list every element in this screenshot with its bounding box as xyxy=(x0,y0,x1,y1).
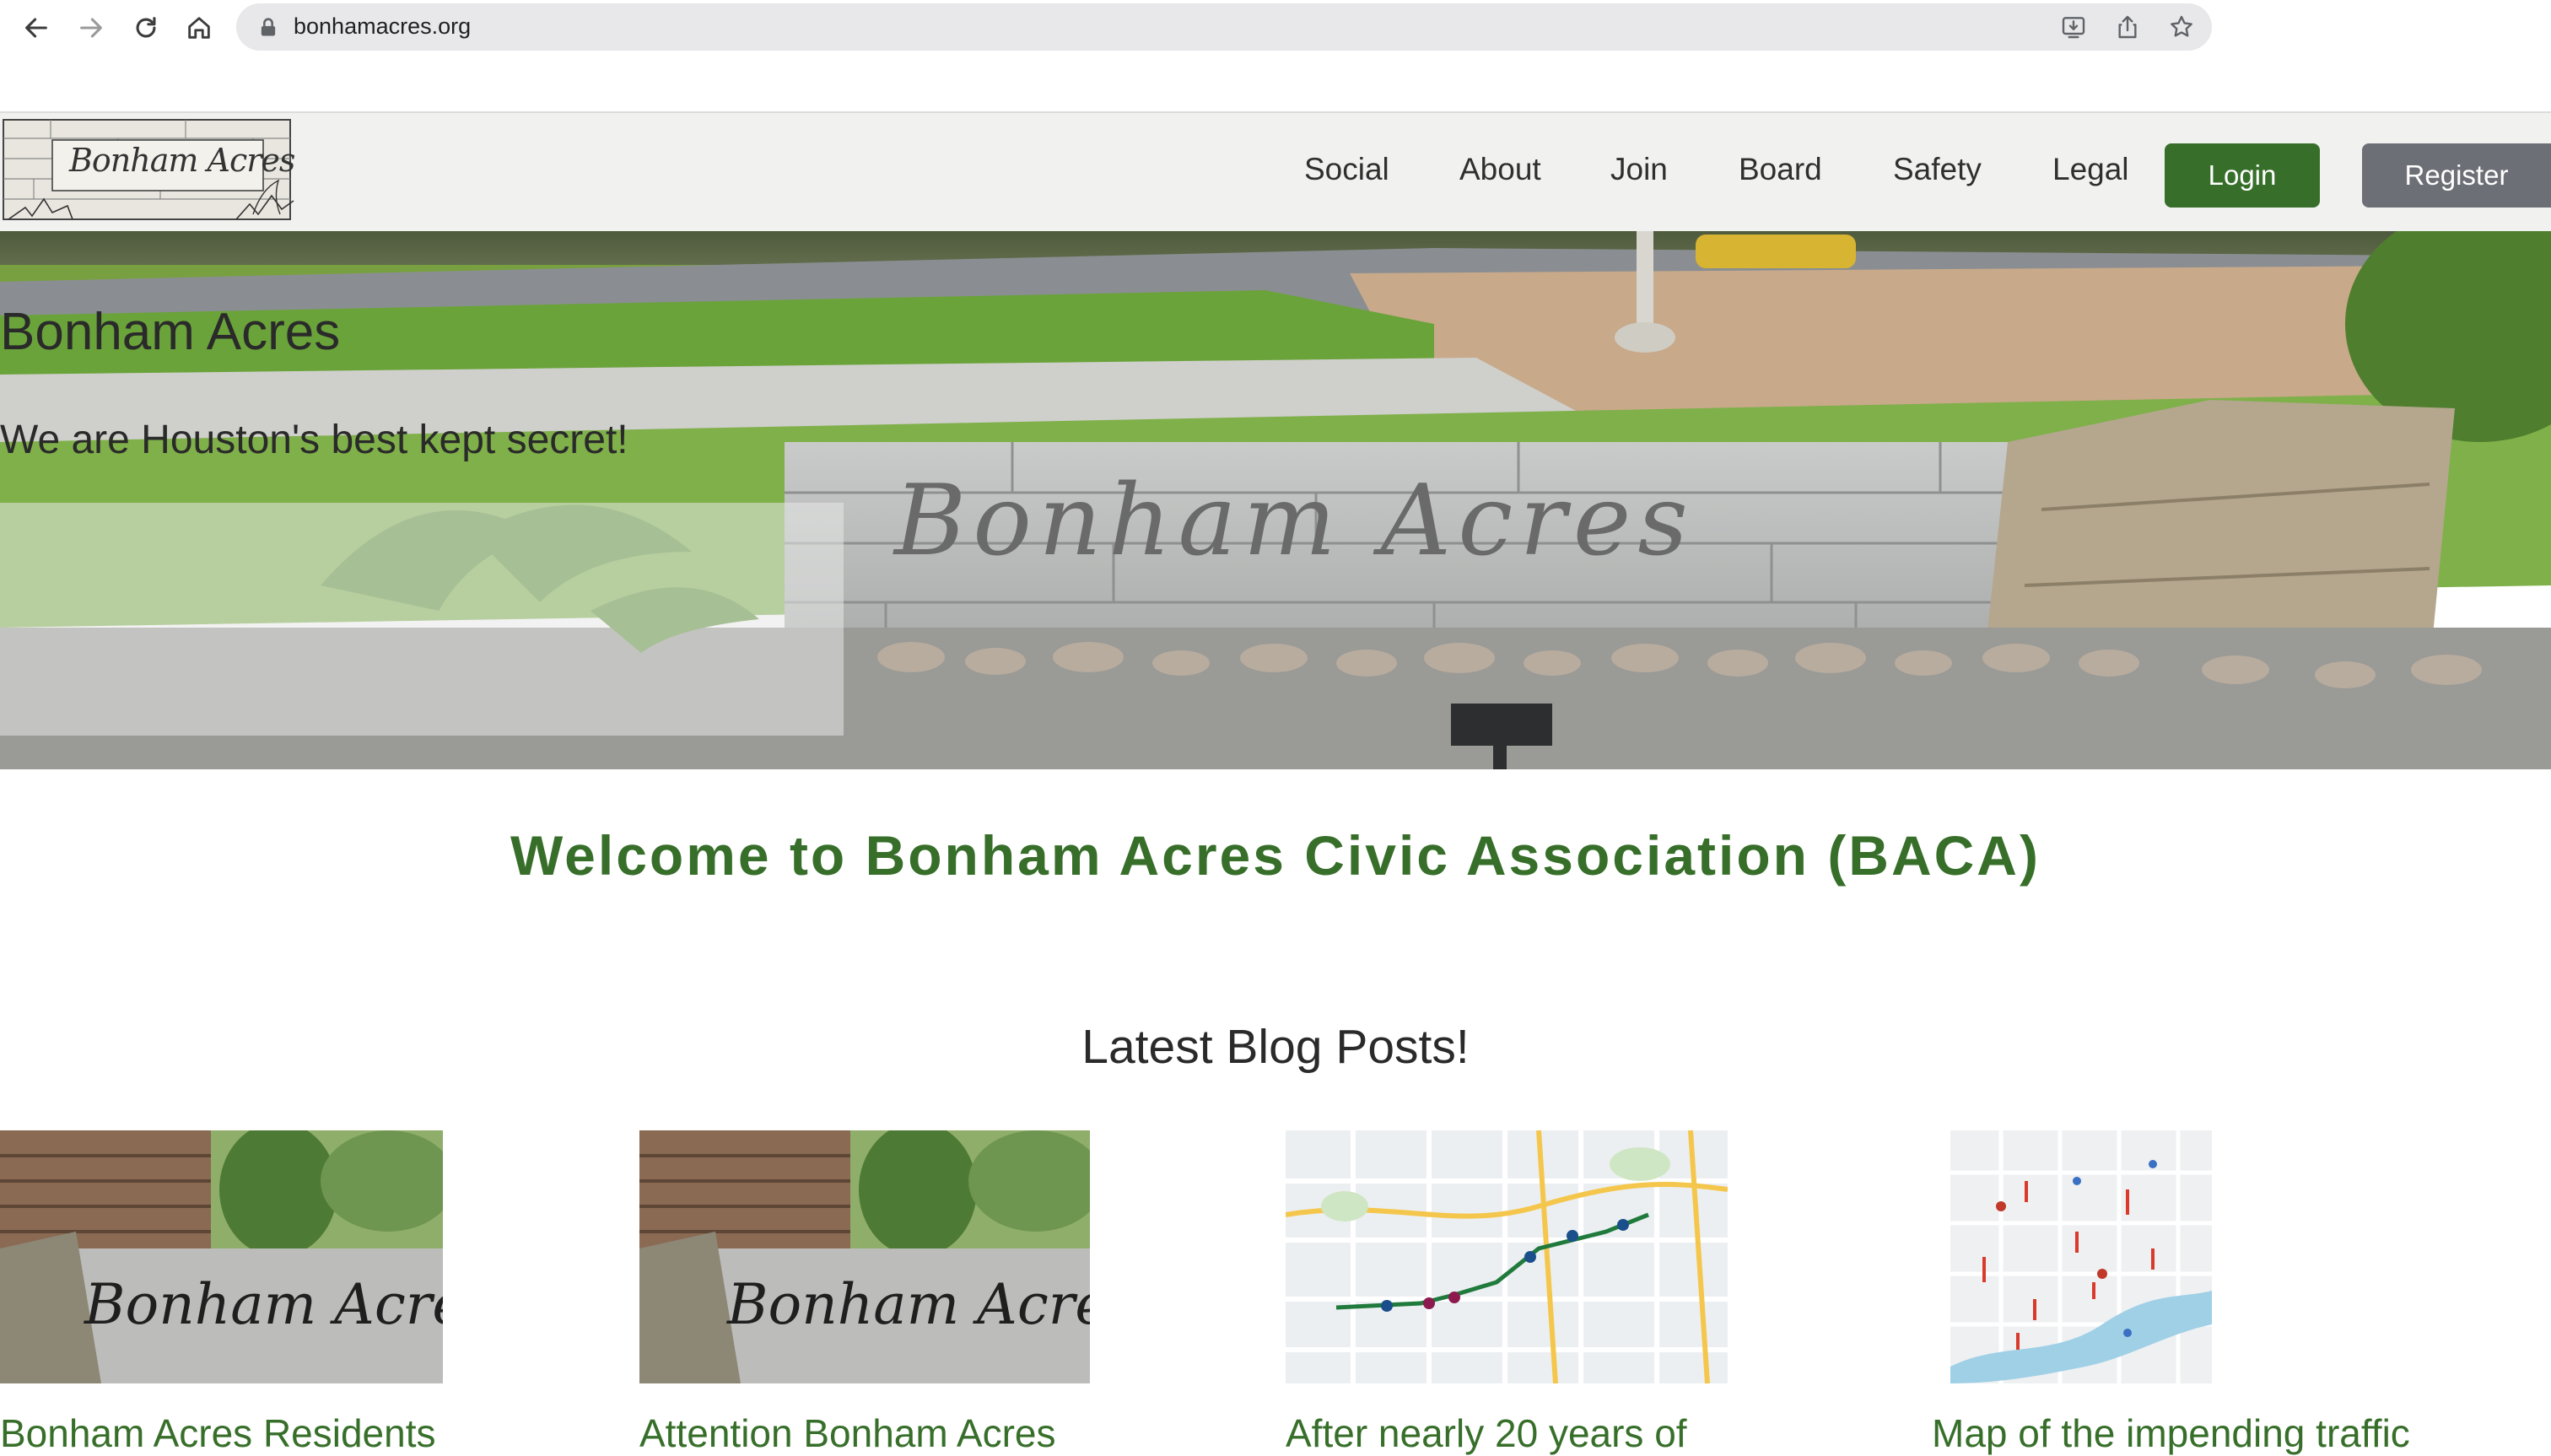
browser-toolbar: bonhamacres.org xyxy=(0,0,2551,56)
welcome-heading: Welcome to Bonham Acres Civic Associatio… xyxy=(510,824,2041,887)
blog-card-1-image[interactable]: Bonham Acres xyxy=(0,1130,443,1383)
bookmark-button[interactable] xyxy=(2166,12,2197,42)
logo-text: Bonham Acres xyxy=(69,142,295,179)
lock-icon[interactable] xyxy=(256,15,280,39)
star-icon xyxy=(2171,15,2192,37)
address-bar[interactable]: bonhamacres.org xyxy=(236,3,2212,51)
blog-card-2-title[interactable]: Attention Bonham Acres xyxy=(639,1410,1162,1456)
hero-title: Bonham Acres xyxy=(0,303,341,361)
nav-social[interactable]: Social xyxy=(1304,152,1389,187)
blog-section-heading: Latest Blog Posts! xyxy=(1081,1020,1470,1074)
site-logo[interactable]: Bonham Acres xyxy=(0,113,310,229)
install-app-icon xyxy=(2062,17,2085,39)
blog-card-1-image-lettering: Bonham Acres xyxy=(84,1272,443,1337)
nav-legal[interactable]: Legal xyxy=(2052,152,2129,187)
nav-about[interactable]: About xyxy=(1459,152,1541,187)
nav-join[interactable]: Join xyxy=(1610,152,1668,187)
site-header: Bonham Acres Social About Join Board Saf… xyxy=(0,111,2551,231)
reload-button[interactable] xyxy=(123,5,169,51)
nav-board[interactable]: Board xyxy=(1739,152,1822,187)
share-icon xyxy=(2118,15,2137,39)
sign-photo xyxy=(639,1130,1090,1383)
sign-photo xyxy=(0,1130,443,1383)
blog-card-2-image[interactable]: Bonham Acres xyxy=(639,1130,1090,1383)
blog-card-1-title[interactable]: Bonham Acres Residents xyxy=(0,1410,523,1456)
forward-button[interactable] xyxy=(68,5,114,51)
blog-card-4-image[interactable] xyxy=(1950,1130,2212,1383)
reload-icon xyxy=(136,17,156,38)
arrow-right-icon xyxy=(80,18,102,38)
blog-card-3-title[interactable]: After nearly 20 years of xyxy=(1286,1410,1826,1456)
url-text[interactable]: bonhamacres.org xyxy=(294,13,471,40)
share-button[interactable] xyxy=(2112,12,2143,42)
traffic-map xyxy=(1950,1130,2212,1383)
nav-safety[interactable]: Safety xyxy=(1893,152,1982,187)
blog-card-2-image-lettering: Bonham Acres xyxy=(727,1272,1090,1337)
arrow-left-icon xyxy=(25,18,47,38)
hero-banner: Bonham Acres xyxy=(0,231,2551,769)
home-icon xyxy=(188,17,210,39)
register-button[interactable]: Register xyxy=(2362,143,2551,208)
blog-card-4-title[interactable]: Map of the impending traffic xyxy=(1932,1410,2551,1456)
hero-sign-lettering: Bonham Acres xyxy=(894,464,1695,578)
login-button[interactable]: Login xyxy=(2165,143,2320,208)
install-app-button[interactable] xyxy=(2058,12,2089,42)
blog-card-3-image[interactable] xyxy=(1286,1130,1728,1383)
hero-caption-overlay xyxy=(0,503,844,736)
route-map xyxy=(1286,1130,1728,1383)
back-button[interactable] xyxy=(13,5,59,51)
home-button[interactable] xyxy=(176,5,222,51)
hero-tagline: We are Houston's best kept secret! xyxy=(0,418,628,462)
